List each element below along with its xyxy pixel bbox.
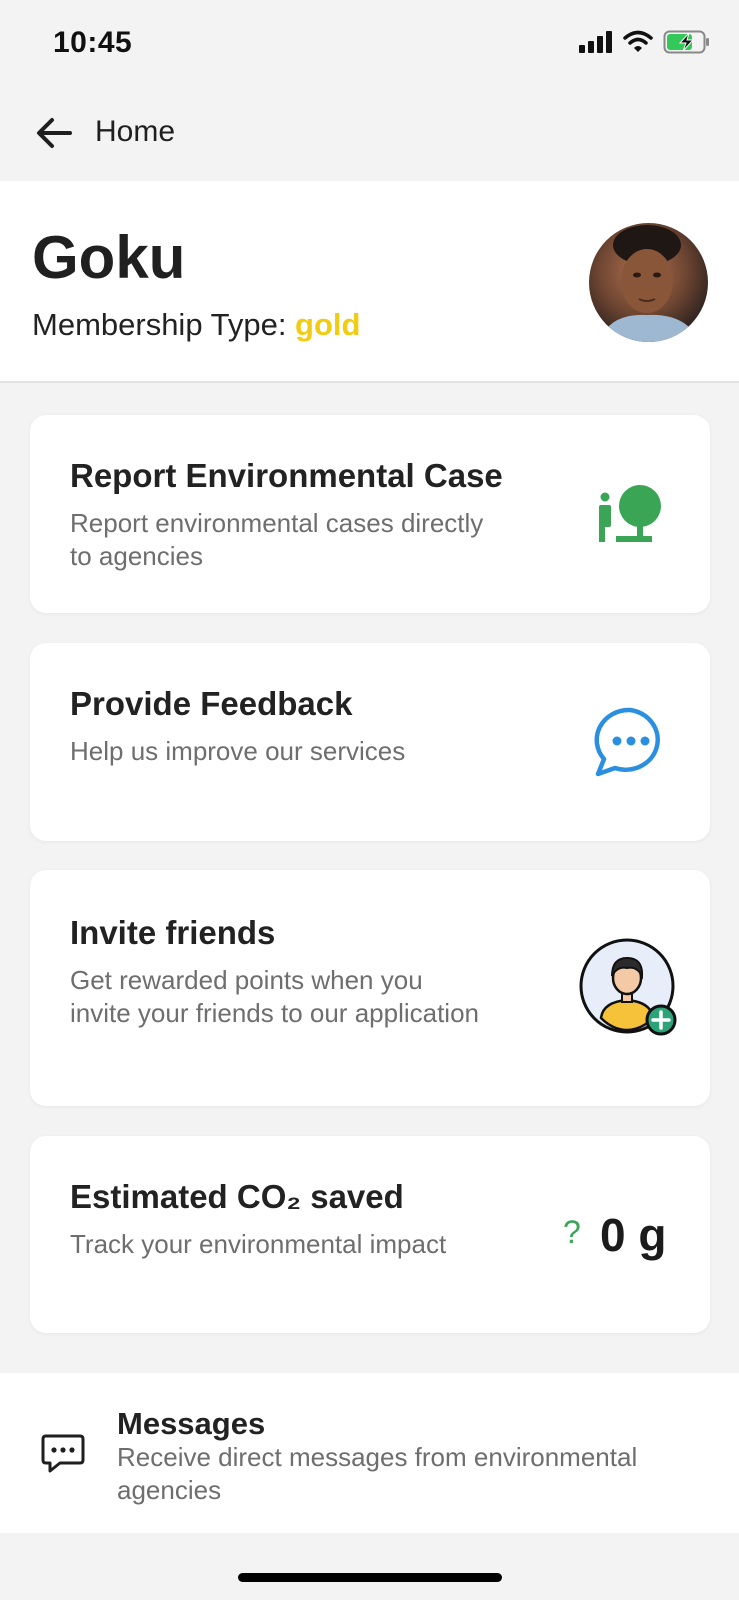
feedback-description: Help us improve our services — [70, 736, 406, 766]
profile-name: Goku — [32, 224, 186, 291]
status-icons — [579, 30, 711, 54]
co2-saved-title: Estimated CO₂ saved — [70, 1178, 404, 1215]
profile-header: Goku Membership Type: gold — [0, 181, 739, 383]
message-icon — [40, 1433, 86, 1480]
tree-person-icon — [596, 481, 666, 556]
signal-icon — [579, 31, 612, 53]
battery-icon — [663, 30, 709, 54]
invite-friends-title: Invite friends — [70, 914, 276, 951]
membership-label: Membership Type: — [32, 307, 296, 342]
invite-friends-card[interactable]: Invite friends Get rewarded points when … — [30, 870, 710, 1106]
nav-bar: Home — [0, 95, 739, 177]
co2-value: 0 g — [600, 1209, 667, 1261]
messages-title: Messages — [117, 1406, 266, 1441]
wifi-icon — [623, 30, 653, 52]
report-case-title: Report Environmental Case — [70, 457, 503, 494]
status-time: 10:45 — [53, 26, 133, 59]
co2-saved-card[interactable]: Estimated CO₂ saved Track your environme… — [30, 1136, 710, 1333]
nav-title: Home — [95, 115, 176, 148]
report-case-card[interactable]: Report Environmental Case Report environ… — [30, 415, 710, 613]
feedback-title: Provide Feedback — [70, 685, 353, 722]
avatar[interactable] — [589, 223, 708, 342]
messages-description: Receive direct messages from environment… — [117, 1442, 638, 1505]
feedback-card[interactable]: Provide Feedback Help us improve our ser… — [30, 643, 710, 841]
arrow-left-icon — [37, 118, 72, 148]
report-case-description: Report environmental cases directly to a… — [70, 508, 484, 571]
avatar-photo — [599, 225, 699, 342]
membership-tier: gold — [295, 307, 361, 342]
chat-bubble-icon — [593, 705, 667, 784]
co2-saved-description: Track your environmental impact — [70, 1229, 447, 1259]
home-indicator[interactable] — [238, 1573, 502, 1582]
help-icon[interactable]: ? — [563, 1214, 581, 1251]
messages-item[interactable]: Messages Receive direct messages from en… — [0, 1373, 739, 1533]
status-bar: 10:45 — [0, 0, 739, 90]
add-user-icon — [579, 938, 681, 1045]
back-button[interactable] — [34, 113, 74, 153]
membership-type: Membership Type: gold — [32, 307, 360, 343]
invite-friends-description: Get rewarded points when you invite your… — [70, 965, 480, 1028]
